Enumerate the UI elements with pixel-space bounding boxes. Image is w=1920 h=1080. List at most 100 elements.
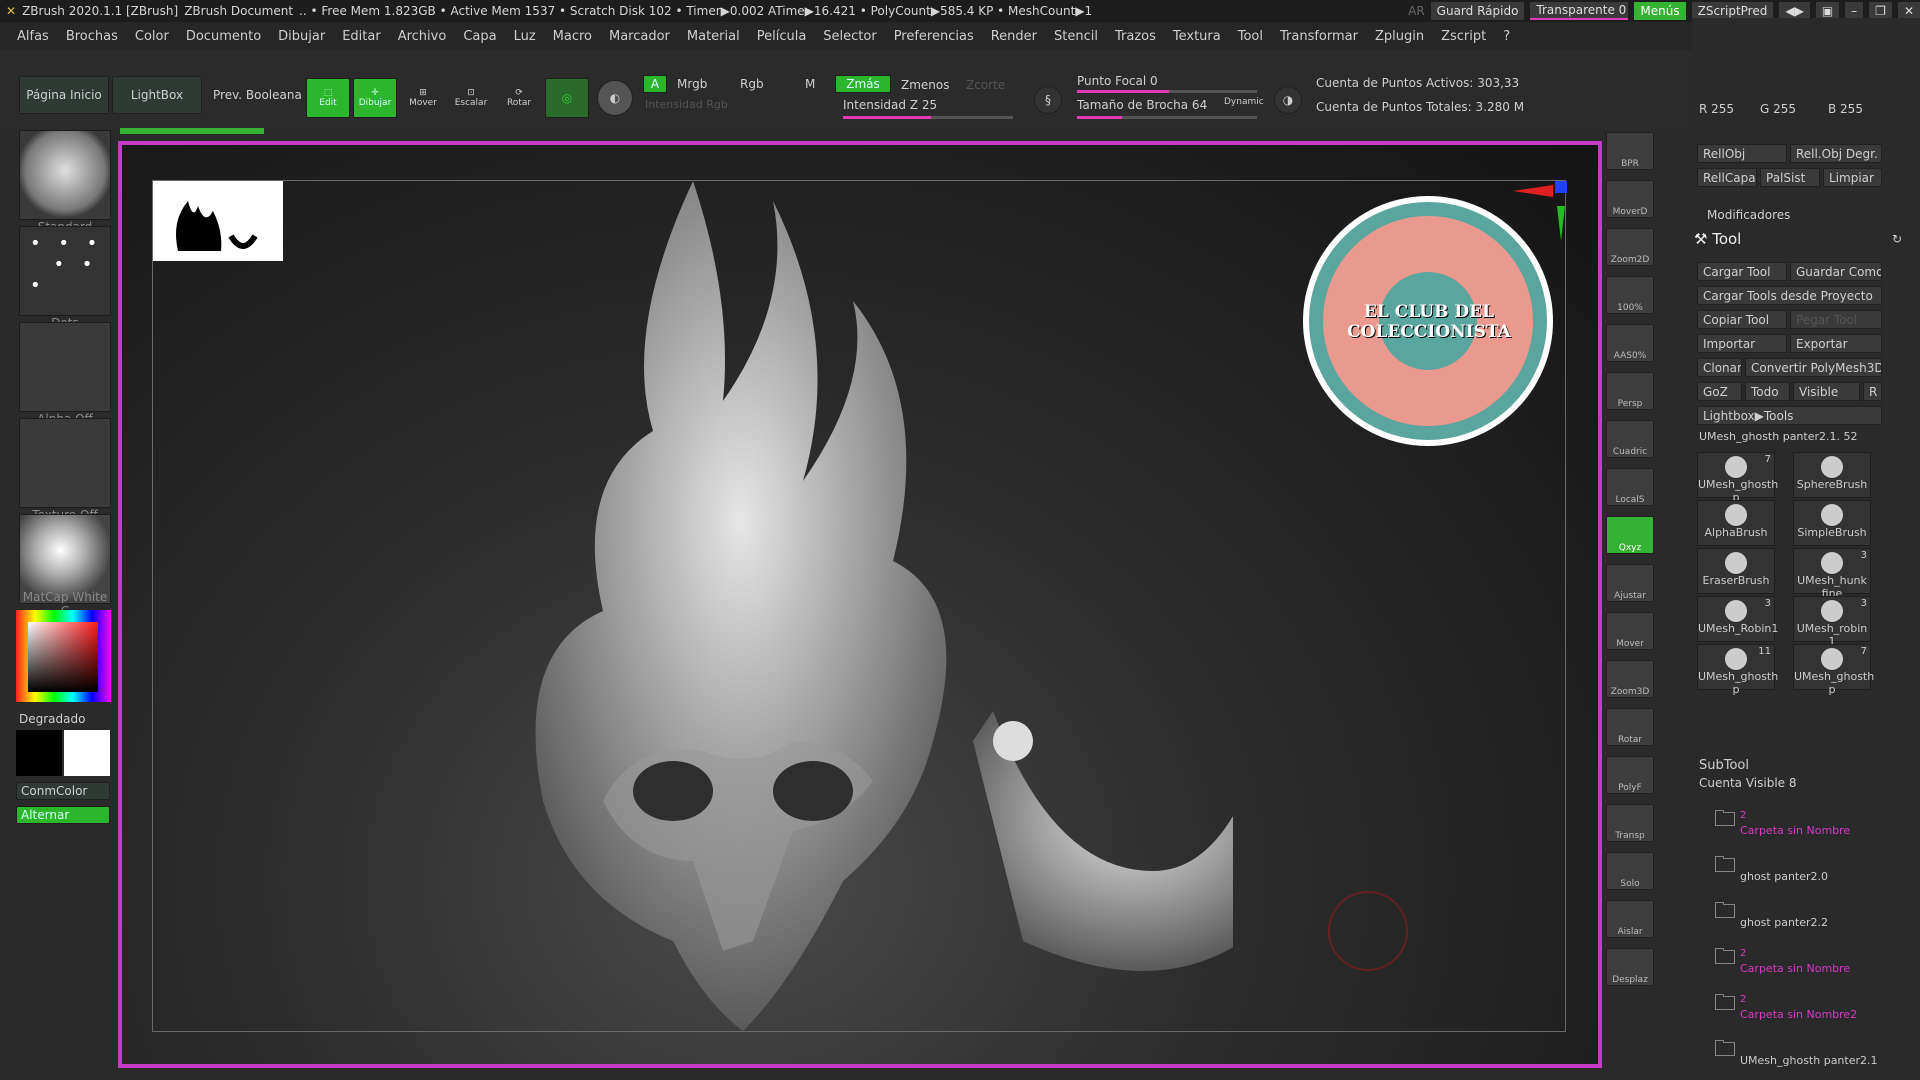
subtool-header[interactable]: SubTool xyxy=(1699,758,1749,773)
home-page-button[interactable]: Página Inicio xyxy=(19,76,109,114)
transparency-slider[interactable]: Transparente 0 xyxy=(1530,2,1629,20)
tool-thumb[interactable]: UMesh_ghosth p7 xyxy=(1697,452,1778,504)
floor-button[interactable]: Cuadric xyxy=(1606,420,1654,458)
local-button[interactable]: LocalS xyxy=(1606,468,1654,506)
menu-item-zplugin[interactable]: Zplugin xyxy=(1375,29,1424,44)
copy-tool-button[interactable]: Copiar Tool xyxy=(1697,310,1787,329)
tool-thumb[interactable]: AlphaBrush xyxy=(1697,500,1775,546)
import-button[interactable]: Importar xyxy=(1697,334,1787,353)
gradient-toggle[interactable]: Degradado xyxy=(19,712,85,726)
menu-item-preferencias[interactable]: Preferencias xyxy=(894,29,974,44)
subtool-item[interactable]: 🗀 Carpeta sin Nombre 2 xyxy=(1700,798,1880,842)
menu-item-material[interactable]: Material xyxy=(687,29,740,44)
color-picker[interactable] xyxy=(16,610,111,702)
menu-item-dibujar[interactable]: Dibujar xyxy=(278,29,325,44)
g-value[interactable]: G 255 xyxy=(1760,102,1796,116)
conmcolor-button[interactable]: ConmColor xyxy=(16,782,110,800)
transparency-button[interactable]: Transp xyxy=(1606,804,1654,842)
menu-item-editar[interactable]: Editar xyxy=(342,29,381,44)
menu-item-zscript[interactable]: Zscript xyxy=(1441,29,1486,44)
r-value[interactable]: R 255 xyxy=(1699,102,1734,116)
tool-header[interactable]: ⚒ Tool xyxy=(1694,230,1741,248)
tool-thumb[interactable]: UMesh_robin 13 xyxy=(1793,596,1871,648)
ghost-button[interactable]: Aislar xyxy=(1606,900,1654,938)
secondary-color-swatch[interactable] xyxy=(16,730,62,776)
tool-thumb[interactable]: UMesh_hunk fine 3 xyxy=(1793,548,1871,600)
tool-thumb[interactable]: SimpleBrush xyxy=(1793,500,1871,546)
brush-size-track[interactable] xyxy=(1077,116,1257,119)
texture-thumb[interactable]: Texture Off xyxy=(19,418,111,522)
mrgb-button[interactable]: Mrgb xyxy=(677,77,707,91)
rotate-button[interactable]: ⟳ Rotar xyxy=(497,78,541,118)
export-button[interactable]: Exportar xyxy=(1790,334,1882,353)
menu-item-marcador[interactable]: Marcador xyxy=(609,29,670,44)
edit-button[interactable]: ⬚ Edit xyxy=(306,78,350,118)
rgb-button[interactable]: Rgb xyxy=(740,77,764,91)
brush-thumb[interactable]: Standard xyxy=(19,130,111,234)
lazy-d-button[interactable]: ◑ xyxy=(1274,86,1302,114)
menu-item-render[interactable]: Render xyxy=(991,29,1037,44)
clear-button[interactable]: Limpiar xyxy=(1823,168,1882,187)
move3d-button[interactable]: Mover xyxy=(1606,612,1654,650)
tool-refresh-icon[interactable]: ↻ xyxy=(1892,232,1902,246)
rgb-intensity-slider[interactable]: Intensidad Rgb xyxy=(645,98,728,111)
menu-item--[interactable]: ? xyxy=(1503,29,1510,44)
fill-object-button[interactable]: RellObj xyxy=(1697,144,1787,163)
draw-button[interactable]: ✛ Dibujar xyxy=(353,78,397,118)
goz-all-button[interactable]: Todo xyxy=(1745,382,1790,401)
perspective-button[interactable]: Persp xyxy=(1606,372,1654,410)
menu-item-capa[interactable]: Capa xyxy=(463,29,496,44)
tool-thumb[interactable]: UMesh_ghosth p 11 xyxy=(1697,644,1778,696)
navigation-thumbnail[interactable] xyxy=(153,181,283,261)
antialias-half-button[interactable]: AAS0% xyxy=(1606,324,1654,362)
stroke-thumb[interactable]: • • • • • •Dots xyxy=(19,226,111,330)
solo-button[interactable]: Solo xyxy=(1606,852,1654,890)
focal-shift-slider[interactable]: Punto Focal 0 xyxy=(1077,74,1158,88)
save-as-button[interactable]: Guardar Como xyxy=(1790,262,1882,281)
dynamic-toggle[interactable]: Dynamic xyxy=(1224,97,1264,107)
menu-item-color[interactable]: Color xyxy=(135,29,169,44)
menu-item-stencil[interactable]: Stencil xyxy=(1054,29,1098,44)
bpr-button[interactable]: BPR xyxy=(1606,132,1654,170)
zoom2d-button[interactable]: Zoom2D xyxy=(1606,228,1654,266)
menu-item-pel-cula[interactable]: Película xyxy=(757,29,807,44)
subtool-item[interactable]: 🗀 UMesh_ghosth panter2.1 xyxy=(1700,1028,1880,1072)
brush-size-slider[interactable]: Tamaño de Brocha 64 xyxy=(1077,98,1207,112)
make-polymesh-button[interactable]: Convertir PolyMesh3D xyxy=(1745,358,1882,377)
fill-layer-button[interactable]: RellCapa xyxy=(1697,168,1757,187)
menu-item-brochas[interactable]: Brochas xyxy=(66,29,118,44)
xyz-button[interactable]: Qxyz xyxy=(1606,516,1654,554)
move-view-button[interactable]: MoverD xyxy=(1606,180,1654,218)
menu-item-transformar[interactable]: Transformar xyxy=(1280,29,1358,44)
move-button[interactable]: ⊞ Mover xyxy=(401,78,445,118)
menu-item-archivo[interactable]: Archivo xyxy=(398,29,447,44)
drag-button[interactable]: Desplaz xyxy=(1606,948,1654,986)
quicksave-button[interactable]: Guard Rápido xyxy=(1430,2,1525,20)
a-button[interactable]: A xyxy=(643,75,667,93)
menu-item-macro[interactable]: Macro xyxy=(553,29,592,44)
menu-item-selector[interactable]: Selector xyxy=(823,29,876,44)
menu-item-alfas[interactable]: Alfas xyxy=(17,29,49,44)
tool-thumb[interactable]: UMesh_Robin1 3 xyxy=(1697,596,1778,642)
menu-item-documento[interactable]: Documento xyxy=(186,29,261,44)
visible-count-slider[interactable]: Cuenta Visible 8 xyxy=(1699,776,1797,790)
scale-button[interactable]: ⊡ Escalar xyxy=(449,78,493,118)
lightbox-button[interactable]: LightBox xyxy=(112,76,202,114)
paste-tool-button[interactable]: Pegar Tool xyxy=(1790,310,1882,329)
focal-shift-track[interactable] xyxy=(1077,90,1257,93)
gizmo-button[interactable]: ◎ xyxy=(545,78,589,118)
zoom3d-button[interactable]: Zoom3D xyxy=(1606,660,1654,698)
tool-thumb[interactable]: SphereBrush xyxy=(1793,452,1871,498)
actual-size-button[interactable]: 100% xyxy=(1606,276,1654,314)
clone-button[interactable]: Clonar xyxy=(1697,358,1742,377)
m-button[interactable]: M xyxy=(805,77,815,91)
menu-item-tool[interactable]: Tool xyxy=(1238,29,1263,44)
fill-object-gradient-button[interactable]: Rell.Obj Degr. xyxy=(1790,144,1882,163)
sculpt-s-button[interactable]: § xyxy=(1034,86,1062,114)
polyframe-button[interactable]: PolyF xyxy=(1606,756,1654,794)
goz-visible-button[interactable]: Visible xyxy=(1793,382,1860,401)
zsub-button[interactable]: Zmenos xyxy=(901,78,950,92)
alpha-thumb[interactable]: Alpha Off xyxy=(19,322,111,426)
b-value[interactable]: B 255 xyxy=(1828,102,1863,116)
frame-button[interactable]: Ajustar xyxy=(1606,564,1654,602)
